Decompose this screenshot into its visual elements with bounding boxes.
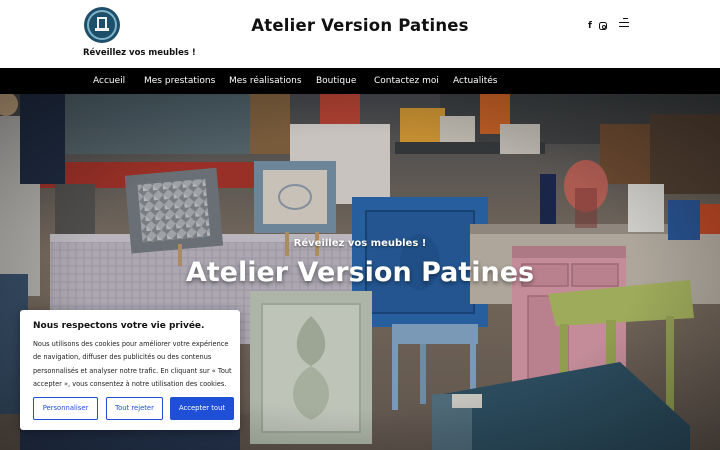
- accept-all-button[interactable]: Accepter tout: [170, 397, 234, 420]
- main-nav: Accueil Mes prestations Mes réalisations…: [0, 68, 720, 94]
- nav-item-prestations[interactable]: Mes prestations: [144, 68, 215, 94]
- cookie-text: Nous utilisons des cookies pour améliore…: [33, 340, 232, 388]
- site-tagline: Réveillez vos meubles !: [83, 48, 196, 58]
- hero-title: Atelier Version Patines: [185, 257, 535, 288]
- site-title[interactable]: Atelier Version Patines: [230, 16, 490, 35]
- reject-all-button[interactable]: Tout rejeter: [106, 397, 163, 420]
- hero-subtitle: Réveillez vos meubles !: [293, 238, 427, 249]
- logo-chair-icon[interactable]: [84, 7, 120, 43]
- facebook-icon[interactable]: f: [585, 21, 595, 31]
- customize-button[interactable]: Personnaliser: [33, 397, 98, 420]
- menu-icon[interactable]: [619, 17, 631, 29]
- nav-item-boutique[interactable]: Boutique: [316, 68, 356, 94]
- nav-item-actualites[interactable]: Actualités: [453, 68, 497, 94]
- instagram-icon[interactable]: [598, 21, 608, 31]
- cookie-banner: Nous respectons votre vie privée. Nous u…: [20, 310, 240, 430]
- nav-item-contact[interactable]: Contactez moi: [374, 68, 439, 94]
- cookie-title: Nous respectons votre vie privée.: [33, 321, 205, 331]
- site-header: Réveillez vos meubles ! Atelier Version …: [0, 0, 720, 68]
- nav-item-accueil[interactable]: Accueil: [93, 68, 125, 94]
- nav-item-realisations[interactable]: Mes réalisations: [229, 68, 302, 94]
